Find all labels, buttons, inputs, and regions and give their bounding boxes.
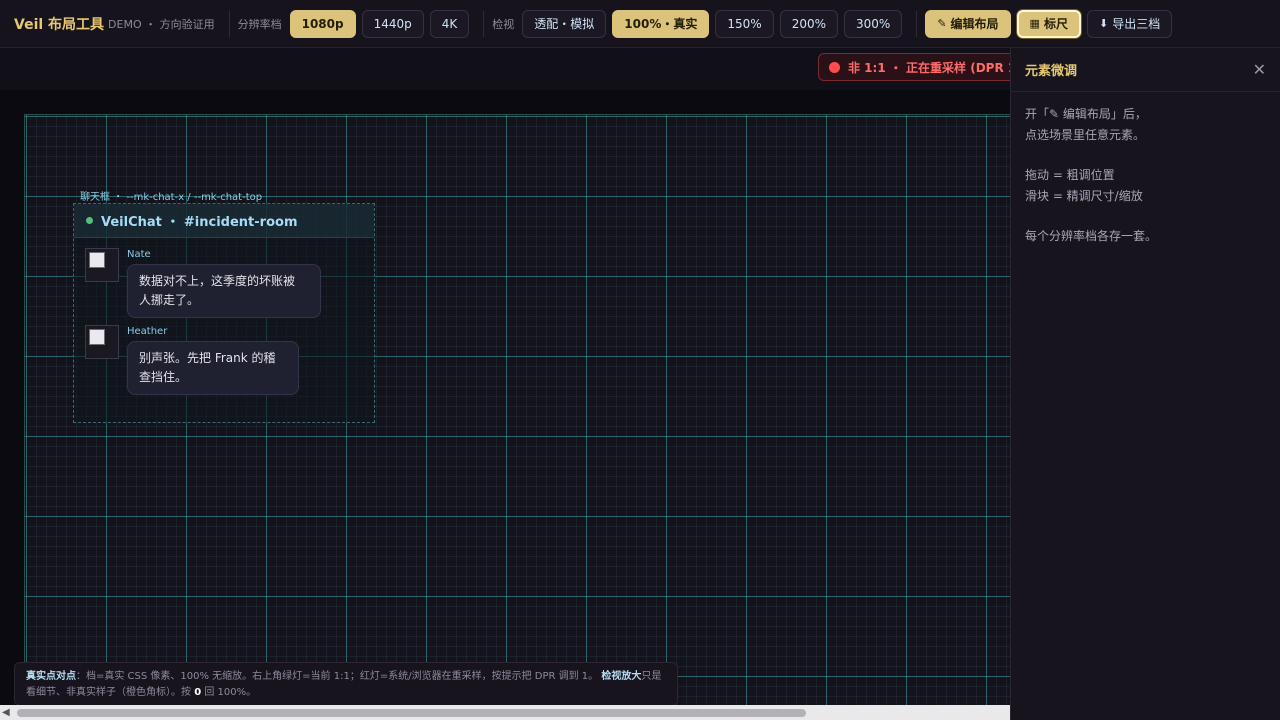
horizontal-scrollbar[interactable]: ◀ <box>0 705 1010 720</box>
view-200-button[interactable]: 200% <box>779 9 838 38</box>
message-text-line: 查挡住。 <box>139 370 188 384</box>
message-bubble: 数据对不上，这季度的坏账被 人挪走了。 <box>127 264 321 318</box>
app-subtitle: DEMO ・ 方向验证用 <box>108 17 215 31</box>
view-fit-simulate-button[interactable]: 透配・模拟 <box>522 9 607 38</box>
resolution-1080p-button[interactable]: 1080p <box>289 9 356 38</box>
resolution-1440p-button[interactable]: 1440p <box>361 9 424 38</box>
workspace[interactable]: 聊天框 ・ --mk-chat-x / --mk-chat-top VeilCh… <box>0 90 1010 705</box>
view-150-button[interactable]: 150% <box>715 9 774 38</box>
toolbar-divider <box>916 10 918 37</box>
panel-title: 元素微调 <box>1025 64 1078 79</box>
view-300-button[interactable]: 300% <box>844 9 903 38</box>
toolbar-divider <box>483 10 485 37</box>
red-status-icon <box>829 61 840 73</box>
panel-text: 拖动 = 粗调位置 <box>1025 168 1115 182</box>
hint-text: ：档=真实 CSS 像素、100% 无缩放。右上角绿灯=当前 1:1；红灯=系统… <box>76 671 599 682</box>
chat-header: VeilChat ・ #incident-room <box>74 204 374 238</box>
close-icon[interactable]: ✕ <box>1253 60 1266 79</box>
message-sender: Heather <box>127 326 168 337</box>
message-sender: Nate <box>127 249 151 260</box>
online-dot-icon <box>86 217 93 224</box>
hint-text: 回 100%。 <box>201 687 257 698</box>
resample-alert: 非 1:1 ・ 正在重采样 (DPR 1. <box>818 53 1018 81</box>
avatar <box>85 248 119 282</box>
panel-header: 元素微调 ✕ <box>1011 48 1280 92</box>
panel-text: 每个分辨率档各存一套。 <box>1025 229 1158 243</box>
edit-layout-button[interactable]: ✎ 编辑布局 <box>925 9 1011 38</box>
element-tuning-panel: 元素微调 ✕ 开「✎ 编辑布局」后， 点选场景里任意元素。 拖动 = 粗调位置 … <box>1010 48 1280 720</box>
resolution-4k-button[interactable]: 4K <box>429 9 470 38</box>
grid-icon: ▦ <box>1029 17 1040 30</box>
chat-title: VeilChat ・ #incident-room <box>101 215 298 230</box>
usage-hint: 真实点对点：档=真实 CSS 像素、100% 无缩放。右上角绿灯=当前 1:1；… <box>14 662 678 706</box>
message-text-line: 人挪走了。 <box>139 293 200 307</box>
scroll-left-icon[interactable]: ◀ <box>2 707 10 718</box>
chat-element-caption: 聊天框 ・ --mk-chat-x / --mk-chat-top <box>80 192 263 203</box>
panel-text: 开「✎ 编辑布局」后， <box>1025 107 1147 121</box>
export-label: 导出三档 <box>1112 17 1161 31</box>
pencil-icon: ✎ <box>937 17 947 30</box>
panel-text: 点选场景里任意元素。 <box>1025 127 1146 142</box>
scroll-thumb[interactable] <box>17 709 806 717</box>
toolbar-divider <box>228 10 230 37</box>
resolution-label: 分辨率档 <box>237 17 282 31</box>
resample-alert-text: 非 1:1 ・ 正在重采样 (DPR 1. <box>848 60 1018 75</box>
hint-label-zoom: 检视放大 <box>601 671 642 682</box>
ruler-label: 标尺 <box>1043 17 1068 31</box>
panel-text: 滑块 = 精调尺寸/缩放 <box>1025 188 1143 203</box>
export-button[interactable]: ⬇ 导出三档 <box>1086 9 1173 38</box>
ruler-button[interactable]: ▦ 标尺 <box>1016 9 1081 38</box>
avatar <box>85 325 119 359</box>
top-toolbar: Veil 布局工具 DEMO ・ 方向验证用 分辨率档 1080p 1440p … <box>0 0 1280 48</box>
hint-label-real: 真实点对点 <box>26 671 76 682</box>
view-100-real-button[interactable]: 100%・真实 <box>612 9 710 38</box>
app-title: Veil 布局工具 <box>14 16 105 33</box>
message-text-line: 数据对不上，这季度的坏账被 <box>139 274 296 288</box>
view-label: 检视 <box>492 17 515 31</box>
panel-body: 开「✎ 编辑布局」后， 点选场景里任意元素。 拖动 = 粗调位置 滑块 = 精调… <box>1011 92 1280 259</box>
chat-box-element[interactable]: VeilChat ・ #incident-room Nate 数据对不上，这季度… <box>73 203 375 423</box>
message-bubble: 别声张。先把 Frank 的稽 查挡住。 <box>127 341 299 395</box>
download-icon: ⬇ <box>1098 17 1109 30</box>
message-text-line: 别声张。先把 Frank 的稽 <box>139 351 276 365</box>
edit-layout-label: 编辑布局 <box>950 17 999 31</box>
